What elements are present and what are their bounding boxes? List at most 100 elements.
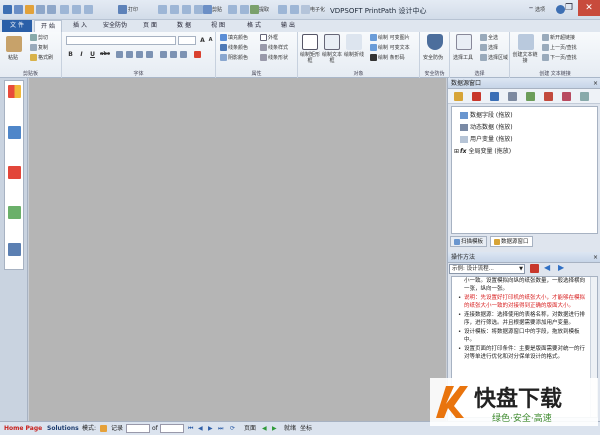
refresh-icon[interactable]: ⟳: [230, 422, 235, 435]
paste-icon[interactable]: [6, 36, 22, 52]
polyline-icon[interactable]: [346, 34, 362, 50]
border-button[interactable]: 外框: [260, 34, 278, 41]
extract-icon[interactable]: [250, 5, 259, 14]
draw-var-image-button[interactable]: 绘制 可变图片: [370, 34, 410, 41]
security-button[interactable]: 安全防伪: [423, 54, 443, 61]
table-remove-icon[interactable]: [562, 92, 571, 101]
quick-tool-icon[interactable]: [278, 5, 287, 14]
align-right-icon[interactable]: [136, 51, 143, 58]
tab-format[interactable]: 格 式: [240, 20, 268, 32]
solutions-link[interactable]: Solutions: [47, 422, 79, 435]
draw-rect-button[interactable]: 绘制矩形框: [300, 52, 320, 64]
quick-tool-icon[interactable]: [72, 5, 81, 14]
tree-node[interactable]: 用户变量 (拖放): [460, 135, 513, 144]
edit-mode-icon[interactable]: [100, 425, 107, 432]
start-icon[interactable]: [8, 85, 21, 98]
select-all-button[interactable]: 全选: [480, 34, 498, 41]
datasource-close-icon[interactable]: ×: [593, 78, 598, 89]
quick-tool-icon[interactable]: [240, 5, 249, 14]
back-arrow-icon[interactable]: ◀: [544, 263, 550, 272]
tab-output[interactable]: 输 出: [274, 20, 302, 32]
underline-button[interactable]: U: [88, 50, 97, 59]
tab-home[interactable]: 开 始: [34, 20, 62, 32]
line-style-button[interactable]: 线条样式: [260, 44, 288, 51]
quick-extract-label[interactable]: 提取: [259, 6, 269, 13]
new-hyperlink-button[interactable]: 新开超链接: [542, 34, 575, 41]
table-refresh-icon[interactable]: [580, 92, 589, 101]
tab-data[interactable]: 数 据: [170, 20, 198, 32]
font-size-select[interactable]: [178, 36, 196, 45]
quick-cut-label[interactable]: 剪贴: [212, 6, 222, 13]
filter-icon[interactable]: [490, 92, 499, 101]
tab-file[interactable]: 文 件: [2, 20, 32, 32]
link-icon[interactable]: [518, 34, 534, 50]
image-icon[interactable]: [8, 206, 21, 219]
font-family-select[interactable]: [66, 36, 176, 45]
textbox-icon[interactable]: [324, 34, 340, 50]
cut-icon[interactable]: [203, 5, 212, 14]
grid-icon[interactable]: [508, 92, 517, 101]
fill-color-button[interactable]: 填充颜色: [220, 34, 248, 41]
format-painter-button[interactable]: 格式刷: [30, 54, 53, 61]
draw-polyline-button[interactable]: 绘制折线: [344, 52, 364, 58]
justify-icon[interactable]: [146, 51, 153, 58]
select-region-button[interactable]: 选择区域: [480, 54, 508, 61]
quick-tool-icon[interactable]: [182, 5, 191, 14]
tab-security[interactable]: 安全防伪: [98, 20, 132, 32]
export-icon[interactable]: [8, 243, 21, 256]
help-close-icon[interactable]: ×: [593, 252, 598, 263]
example-select[interactable]: 示例: 设计流程... ▼: [449, 264, 525, 274]
open-icon[interactable]: [25, 5, 34, 14]
tab-insert[interactable]: 插 入: [66, 20, 94, 32]
tree-node[interactable]: 动态数据 (拖放): [460, 123, 513, 132]
bold-button[interactable]: B: [66, 50, 75, 59]
copy-button[interactable]: 复制: [30, 44, 48, 51]
rectangle-icon[interactable]: [302, 34, 318, 50]
prev-page-icon[interactable]: ◀: [198, 422, 203, 435]
draw-barcode-button[interactable]: 绘制 条形码: [370, 54, 405, 61]
pdf-icon[interactable]: [8, 166, 21, 179]
tab-page[interactable]: 页 面: [136, 20, 164, 32]
quick-ecopy-label[interactable]: 电子化: [310, 6, 325, 13]
quick-tool-icon[interactable]: [290, 5, 299, 14]
draw-var-text-button[interactable]: 绘制 可变文本: [370, 44, 410, 51]
forward-arrow-icon[interactable]: ▶: [558, 263, 564, 272]
quick-tool-icon[interactable]: [60, 5, 69, 14]
last-page-icon[interactable]: ⏭: [218, 422, 223, 435]
strike-button[interactable]: abc: [99, 50, 111, 59]
font-color-icon[interactable]: [194, 51, 201, 58]
pointer-icon[interactable]: [456, 34, 472, 50]
record-input[interactable]: [126, 424, 150, 433]
cut-button[interactable]: 剪切: [30, 34, 48, 41]
redo-icon[interactable]: [47, 5, 56, 14]
align-left-icon[interactable]: [116, 51, 123, 58]
create-link-button[interactable]: 创建文本链接: [512, 52, 538, 64]
page-prev-icon[interactable]: ◀: [262, 422, 267, 435]
vertical-align-icon[interactable]: [170, 51, 177, 58]
table-edit-icon[interactable]: [544, 92, 553, 101]
expand-icon[interactable]: ⊞: [454, 148, 459, 155]
tree-node[interactable]: ⊞fx 全局变量 (拖放): [454, 147, 511, 156]
quick-tool-icon[interactable]: [228, 5, 237, 14]
first-page-icon[interactable]: ⏮: [188, 422, 193, 435]
find-next-button[interactable]: 下一页/查找: [542, 54, 577, 61]
paste-button[interactable]: 粘贴: [8, 54, 18, 61]
quick-tool-icon[interactable]: [84, 5, 93, 14]
quick-tool-icon[interactable]: [158, 5, 167, 14]
tab-view[interactable]: 视 图: [204, 20, 232, 32]
shrink-font-button[interactable]: A: [206, 36, 215, 45]
quick-tool-icon[interactable]: [170, 5, 179, 14]
database-icon[interactable]: [454, 92, 463, 101]
shield-icon[interactable]: [427, 34, 443, 50]
ecopy-icon[interactable]: [301, 5, 310, 14]
align-center-icon[interactable]: [126, 51, 133, 58]
close-icon[interactable]: ✕: [578, 0, 600, 16]
sql-icon[interactable]: [472, 92, 481, 101]
home-page-link[interactable]: Home Page: [4, 422, 42, 435]
design-canvas[interactable]: [29, 78, 446, 421]
italic-button[interactable]: I: [77, 50, 86, 59]
line-shape-button[interactable]: 线条形状: [260, 54, 288, 61]
select-tool-button[interactable]: 选择工具: [453, 54, 473, 61]
quick-print-label[interactable]: 打印: [128, 6, 138, 13]
print-icon[interactable]: [8, 126, 21, 139]
